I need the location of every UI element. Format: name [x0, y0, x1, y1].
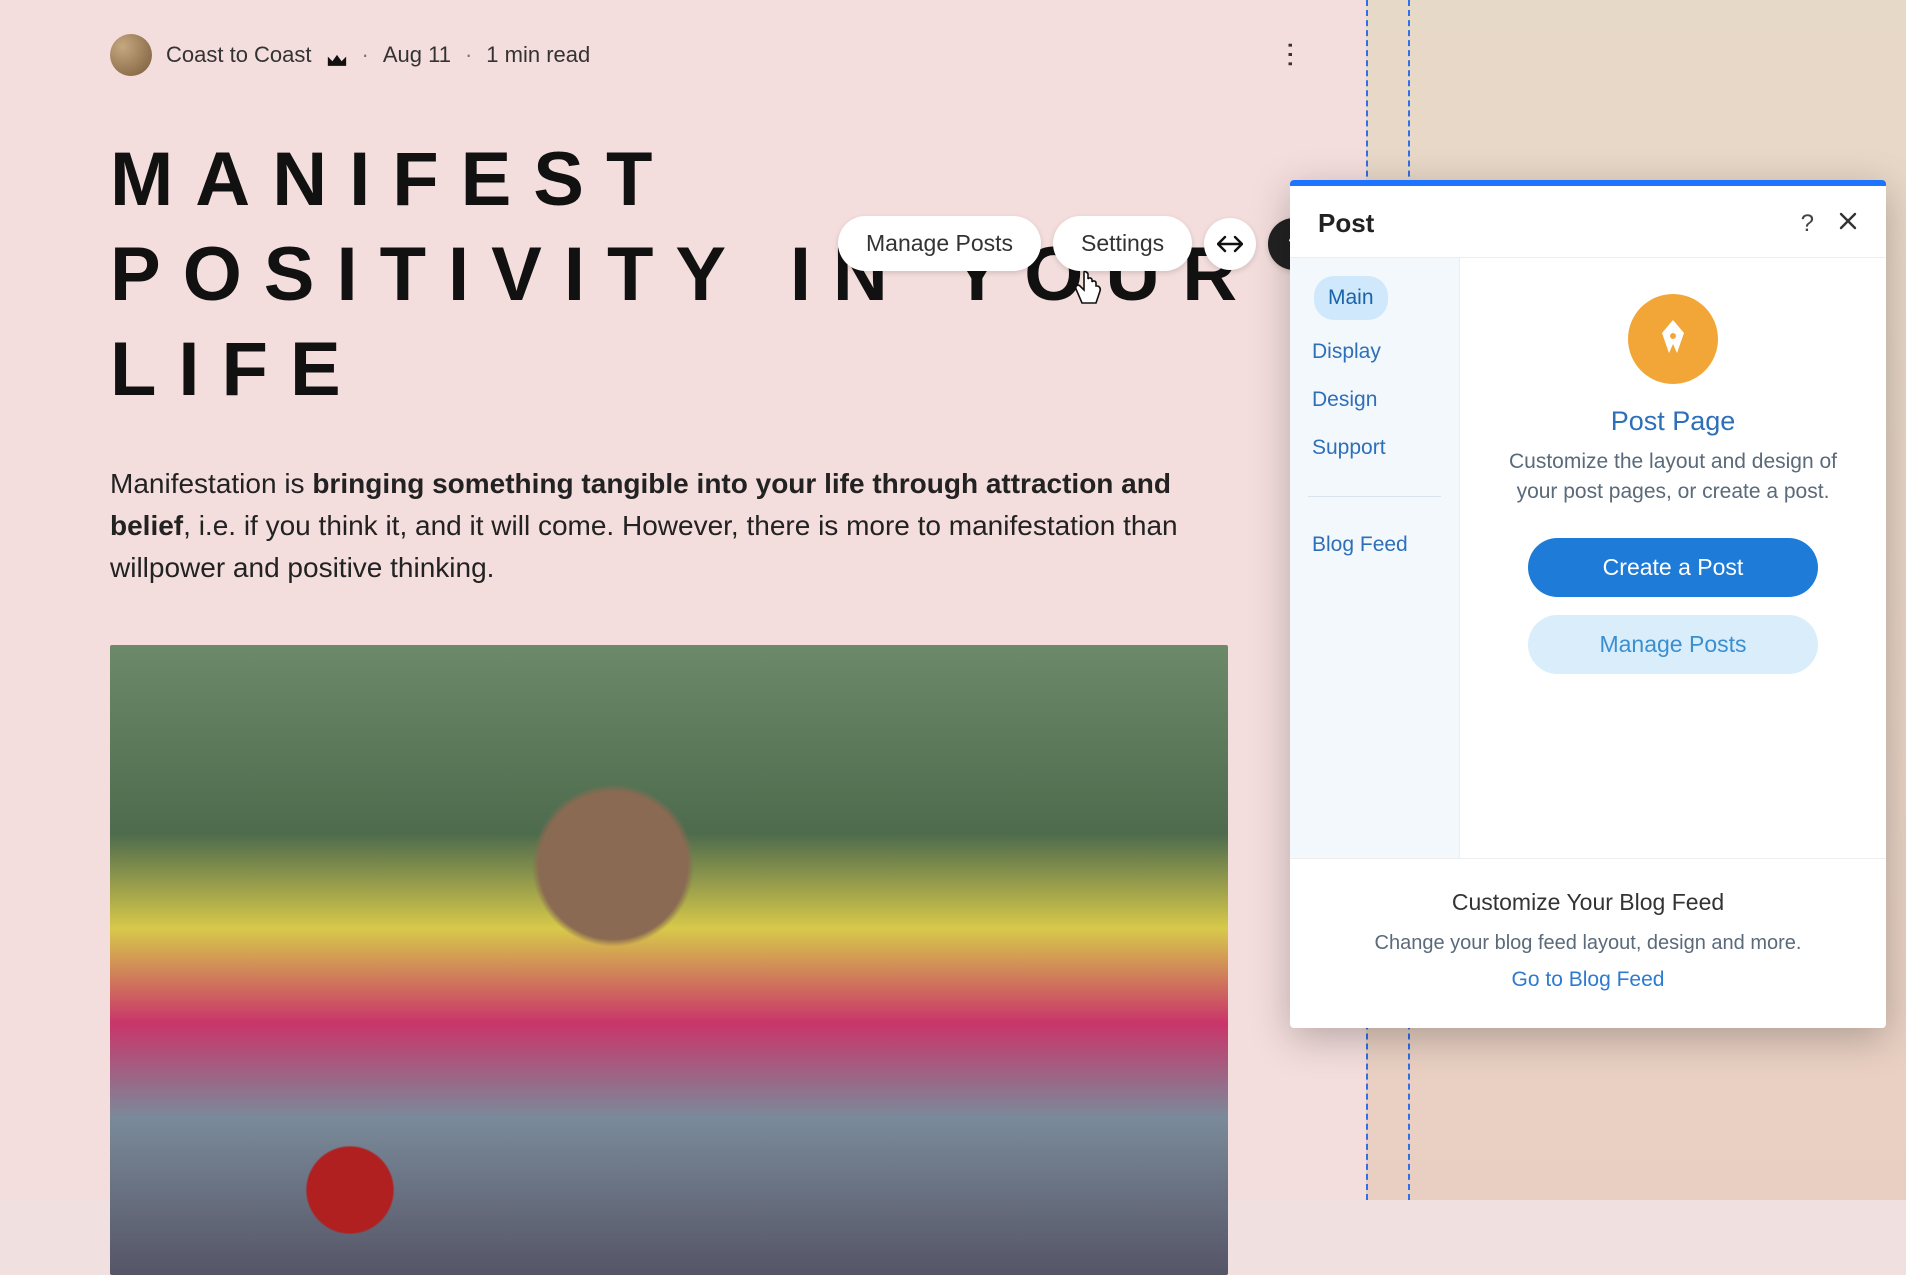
pointer-cursor-icon — [1072, 270, 1106, 308]
pen-nib-icon — [1628, 294, 1718, 384]
admin-crown-icon — [326, 48, 348, 62]
post-date: Aug 11 — [383, 42, 451, 68]
sidebar-item-main[interactable]: Main — [1314, 276, 1388, 320]
post-settings-panel: Post ? Main Display Design Support Blog … — [1290, 180, 1886, 1028]
element-toolbar: Manage Posts Settings ? — [838, 216, 1320, 271]
panel-footer-heading: Customize Your Blog Feed — [1326, 889, 1850, 916]
post-body-prefix: Manifestation is — [110, 468, 312, 499]
panel-footer: Customize Your Blog Feed Change your blo… — [1290, 858, 1886, 1028]
settings-button[interactable]: Settings — [1053, 216, 1192, 271]
sidebar-item-support[interactable]: Support — [1290, 424, 1459, 472]
panel-close-icon[interactable] — [1838, 210, 1858, 238]
author-avatar[interactable] — [110, 34, 152, 76]
sidebar-divider — [1308, 496, 1441, 497]
sidebar-item-blog-feed[interactable]: Blog Feed — [1290, 521, 1459, 569]
meta-separator: · — [362, 42, 369, 68]
panel-body: Main Display Design Support Blog Feed Po… — [1290, 258, 1886, 858]
manage-posts-panel-button[interactable]: Manage Posts — [1528, 615, 1818, 674]
panel-sidebar: Main Display Design Support Blog Feed — [1290, 258, 1460, 858]
create-post-button[interactable]: Create a Post — [1528, 538, 1818, 597]
blog-post-area: Coast to Coast · Aug 11 · 1 min read ⋯ M… — [0, 0, 1366, 1200]
sidebar-item-display[interactable]: Display — [1290, 328, 1459, 376]
go-to-blog-feed-link[interactable]: Go to Blog Feed — [1512, 968, 1665, 991]
panel-main-heading: Post Page — [1496, 406, 1850, 437]
panel-main-desc: Customize the layout and design of your … — [1496, 447, 1850, 508]
panel-help-icon[interactable]: ? — [1801, 210, 1814, 238]
more-options-icon[interactable]: ⋯ — [1275, 40, 1308, 70]
panel-footer-desc: Change your blog feed layout, design and… — [1326, 928, 1850, 958]
panel-header: Post ? — [1290, 186, 1886, 258]
stretch-icon[interactable] — [1204, 218, 1256, 270]
post-body: Manifestation is bringing something tang… — [110, 463, 1230, 589]
post-read-time: 1 min read — [486, 42, 590, 68]
author-name[interactable]: Coast to Coast — [166, 42, 312, 68]
post-hero-image — [110, 645, 1228, 1275]
post-title: Manifest Positivity in Your Life — [110, 132, 1306, 417]
panel-title: Post — [1318, 208, 1374, 239]
panel-main: Post Page Customize the layout and desig… — [1460, 258, 1886, 858]
post-meta: Coast to Coast · Aug 11 · 1 min read ⋯ — [110, 34, 1306, 76]
meta-separator: · — [465, 42, 472, 68]
post-body-suffix: , i.e. if you think it, and it will come… — [110, 510, 1178, 583]
sidebar-item-design[interactable]: Design — [1290, 376, 1459, 424]
manage-posts-button[interactable]: Manage Posts — [838, 216, 1041, 271]
